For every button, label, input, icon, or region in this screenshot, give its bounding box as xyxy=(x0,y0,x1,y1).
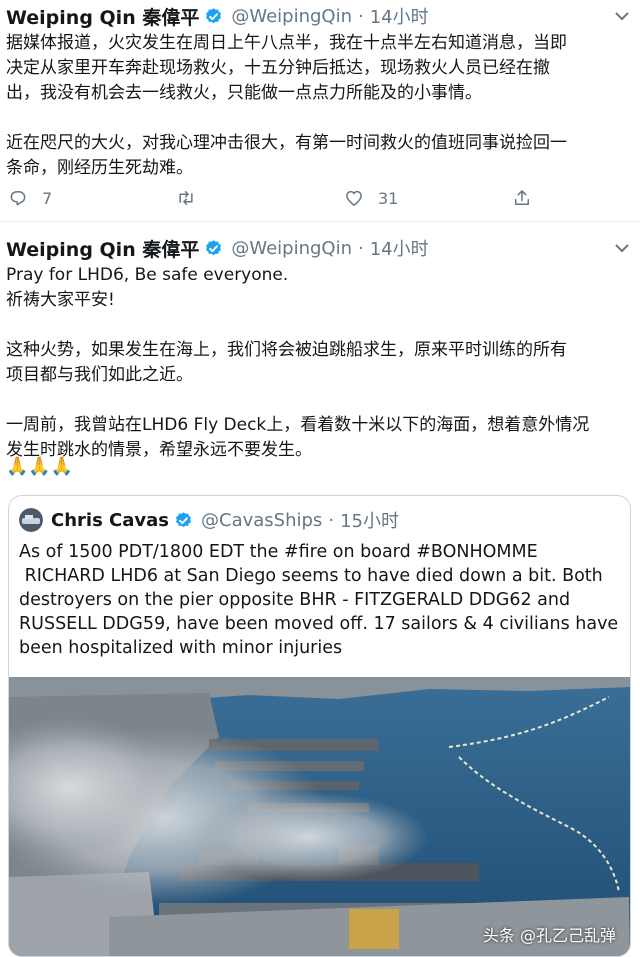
quoted-tweet-card[interactable]: Chris Cavas @CavasShips · 15小时 As of 150… xyxy=(8,495,631,957)
quoted-tweet-header: Chris Cavas @CavasShips · 15小时 xyxy=(19,508,399,532)
pray-emoji: 🙏🙏🙏 xyxy=(6,456,74,477)
separator-dot: · xyxy=(358,5,364,27)
aerial-harbor-fire-photo[interactable] xyxy=(9,677,630,956)
author-handle[interactable]: @WeipingQin xyxy=(231,6,352,27)
author-name[interactable]: Weiping Qin 秦偉平 xyxy=(6,235,199,262)
quoted-tweet-time[interactable]: 15小时 xyxy=(340,507,399,533)
quoted-author-name[interactable]: Chris Cavas xyxy=(51,510,169,531)
retweet-icon xyxy=(179,191,193,205)
quoted-tweet-text: As of 1500 PDT/1800 EDT the #fire on boa… xyxy=(19,542,619,658)
author-name[interactable]: Weiping Qin 秦偉平 xyxy=(6,3,199,30)
reply-count: 7 xyxy=(42,188,53,208)
share-button[interactable] xyxy=(512,183,546,213)
separator-dot: · xyxy=(358,237,364,259)
verified-icon xyxy=(175,511,192,527)
verified-icon xyxy=(206,239,222,255)
chevron-down-icon[interactable] xyxy=(614,11,630,21)
tweet-2[interactable]: Weiping Qin 秦偉平 @WeipingQin · 14小时 Pray … xyxy=(0,222,640,957)
separator-dot: · xyxy=(328,509,335,531)
like-count: 31 xyxy=(378,188,399,208)
tweet-actions: 7 31 xyxy=(0,183,640,213)
heart-icon xyxy=(346,190,362,206)
avatar[interactable] xyxy=(19,508,43,532)
retweet-button[interactable] xyxy=(176,183,210,213)
quoted-author-handle[interactable]: @CavasShips xyxy=(201,510,322,531)
tweet-1[interactable]: Weiping Qin 秦偉平 @WeipingQin · 14小时 据媒体报道… xyxy=(0,0,640,222)
tweet-header: Weiping Qin 秦偉平 @WeipingQin · 14小时 xyxy=(6,235,429,262)
reply-icon xyxy=(10,191,26,206)
share-icon xyxy=(515,190,529,205)
watermark: 头条 @孔乙己乱弹 xyxy=(482,926,616,945)
chevron-down-icon[interactable] xyxy=(614,243,630,253)
tweet-text: Pray for LHD6, Be safe everyone. 祈祷大家平安!… xyxy=(6,265,590,460)
like-button[interactable]: 31 xyxy=(344,183,398,213)
tweet-time[interactable]: 14小时 xyxy=(370,235,429,261)
tweet-time[interactable]: 14小时 xyxy=(370,3,429,29)
author-handle[interactable]: @WeipingQin xyxy=(231,238,352,259)
reply-button[interactable]: 7 xyxy=(8,183,52,213)
tweet-text: 据媒体报道，火灾发生在周日上午八点半，我在十点半左右知道消息，当即 决定从家里开… xyxy=(6,33,567,178)
verified-icon xyxy=(206,7,222,23)
tweet-header: Weiping Qin 秦偉平 @WeipingQin · 14小时 xyxy=(6,3,429,30)
